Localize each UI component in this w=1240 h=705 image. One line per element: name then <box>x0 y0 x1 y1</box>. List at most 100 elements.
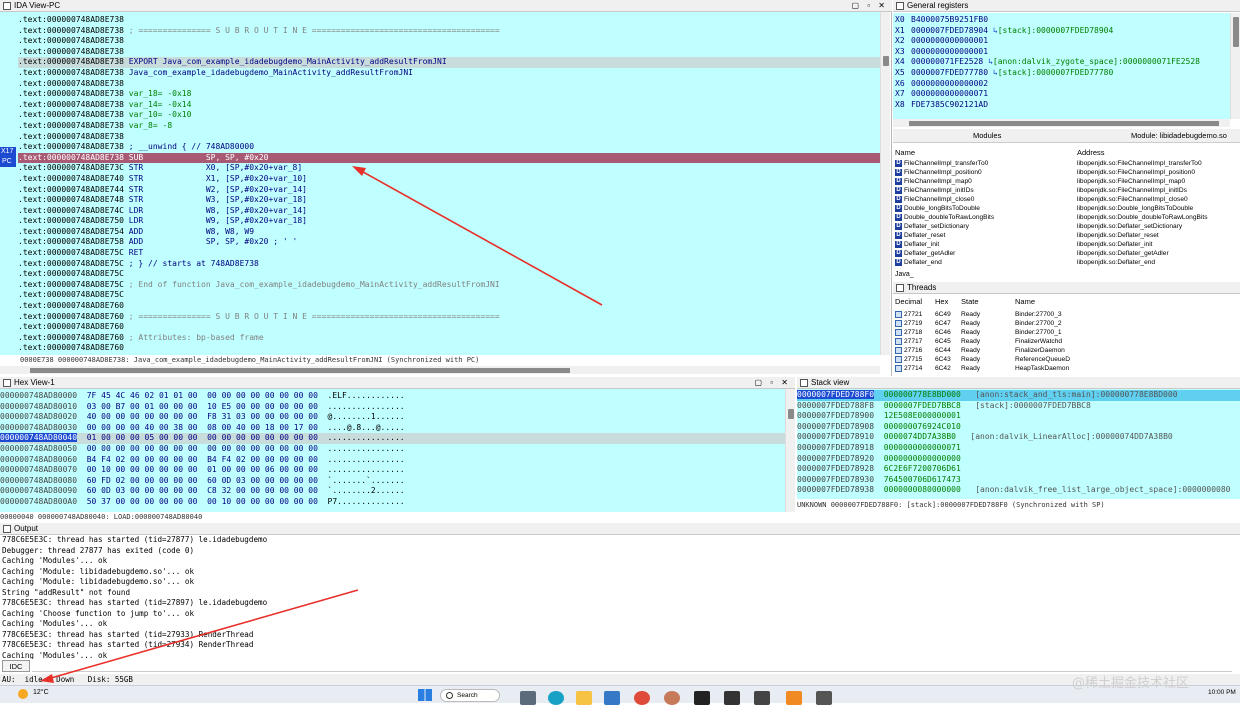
hex-row[interactable]: 000000748AD80010 03 00 B7 00 01 00 00 00… <box>0 402 785 413</box>
tab-modules[interactable]: Modules <box>973 131 1001 140</box>
stack-row[interactable]: 0000007FDED78938 0000000080000000 [anon:… <box>797 485 1240 496</box>
hex-row[interactable]: 000000748AD80030 00 00 00 00 40 00 38 00… <box>0 423 785 434</box>
register-row[interactable]: X8 FDE7385C902121AD <box>893 100 1230 111</box>
disassembly-line[interactable]: .text:000000748AD8E738 var_10= -0x10 <box>18 110 880 121</box>
hex-dump[interactable]: 000000748AD80000 7F 45 4C 46 02 01 01 00… <box>0 389 785 512</box>
stack-row[interactable]: 0000007FDED78928 6C2E6F7200706D61 <box>797 464 1240 475</box>
modules-col-name[interactable]: Name <box>895 148 915 157</box>
module-row[interactable]: D FileChannelImpl_position0 libopenjdk.so:… <box>895 168 1235 177</box>
module-row[interactable]: D FileChannelImpl_transferTo0 libopenjdk.s… <box>895 159 1235 168</box>
hex-row[interactable]: 000000748AD80040 01 00 00 00 05 00 00 00… <box>0 433 785 444</box>
module-row[interactable]: D Deflater_reset libopenjdk.so:Deflater_re… <box>895 231 1235 240</box>
hex-row[interactable]: 000000748AD80060 B4 F4 02 00 00 00 00 00… <box>0 455 785 466</box>
registers-hscrollbar-thumb[interactable] <box>909 121 1219 126</box>
disassembly-line[interactable]: .text:000000748AD8E738 EXPORT Java_com_e… <box>18 57 880 68</box>
disassembly-line[interactable]: .text:000000748AD8E740 STR X1, [SP,#0x20… <box>18 174 880 185</box>
modules-col-address[interactable]: Address <box>1077 147 1105 158</box>
register-value[interactable]: 0000000000000002 <box>911 79 988 88</box>
disassembly-line[interactable]: .text:000000748AD8E760 <box>18 301 880 312</box>
register-row[interactable]: X1 0000007FDED78904 ↳[stack]:0000007FDED7… <box>893 26 1230 37</box>
disassembly-line[interactable]: .text:000000748AD8E75C ; End of function… <box>18 280 880 291</box>
module-row[interactable]: D Deflater_init libopenjdk.so:Deflater_ini… <box>895 240 1235 249</box>
disassembly-line[interactable]: .text:000000748AD8E75C RET <box>18 248 880 259</box>
thread-row[interactable]: 27715 6C43 Ready ReferenceQueueD <box>895 355 1235 364</box>
register-row[interactable]: X6 0000000000000002 <box>893 79 1230 90</box>
threads-col-decimal[interactable]: Decimal <box>895 297 922 306</box>
hex-view-scrollbar-thumb[interactable] <box>788 409 794 419</box>
disassembly-line[interactable]: .text:000000748AD8E75C <box>18 290 880 301</box>
register-value[interactable]: 0000007FDED77780 <box>911 68 988 77</box>
disassembly-line[interactable]: .text:000000748AD8E738 <box>18 79 880 90</box>
ida-view-hscrollbar[interactable] <box>0 366 880 374</box>
ida-view-hscrollbar-thumb[interactable] <box>30 368 570 373</box>
hex-row[interactable]: 000000748AD80090 60 0D 03 00 00 00 00 00… <box>0 486 785 497</box>
thread-row[interactable]: 27719 6C47 Ready Binder:27700_2 <box>895 319 1235 328</box>
register-value[interactable]: 0000000000000001 <box>911 47 988 56</box>
stack-row[interactable]: 0000007FDED78908 000000076924C010 <box>797 422 1240 433</box>
registers-scrollbar[interactable] <box>1230 13 1240 119</box>
ida-view-window-buttons[interactable]: ▢ ▫ ✕ <box>851 0 888 11</box>
disassembly-line[interactable]: .text:000000748AD8E754 ADD W8, W8, W9 <box>18 227 880 238</box>
register-value[interactable]: 0000007FDED78904 <box>911 26 988 35</box>
disassembly-line[interactable]: .text:000000748AD8E73C STR X0, [SP,#0x20… <box>18 163 880 174</box>
stack-row[interactable]: 0000007FDED78930 764500706D617473 <box>797 475 1240 486</box>
disassembly-line[interactable]: .text:000000748AD8E758 ADD SP, SP, #0x20… <box>18 237 880 248</box>
ida-view-scrollbar-thumb[interactable] <box>883 56 889 66</box>
disassembly-line[interactable]: .text:000000748AD8E738 <box>18 15 880 26</box>
disassembly-line[interactable]: .text:000000748AD8E738 SUB SP, SP, #0x20 <box>18 152 880 164</box>
disassembly-line[interactable]: .text:000000748AD8E75C ; } // starts at … <box>18 259 880 270</box>
hex-view-scrollbar[interactable] <box>785 389 795 512</box>
module-row[interactable]: D Double_longBitsToDouble libopenjdk.so:Do… <box>895 204 1235 213</box>
thread-row[interactable]: 27714 6C42 Ready HeapTaskDaemon <box>895 364 1235 373</box>
register-row[interactable]: X5 0000007FDED77780 ↳[stack]:0000007FDED7… <box>893 68 1230 79</box>
register-row[interactable]: X2 0000000000000001 <box>893 36 1230 47</box>
disassembly-line[interactable]: .text:000000748AD8E75C <box>18 269 880 280</box>
modules-filter[interactable]: Java_ <box>895 270 914 280</box>
register-value[interactable]: B4000075B9251FB0 <box>911 15 988 24</box>
disassembly-line[interactable]: .text:000000748AD8E738 <box>18 47 880 58</box>
idc-tab[interactable]: IDC <box>2 660 30 672</box>
thread-row[interactable]: 27721 6C49 Ready Binder:27700_3 <box>895 310 1235 319</box>
hex-row[interactable]: 000000748AD800A0 50 37 00 00 00 00 00 00… <box>0 497 785 508</box>
disassembly-line[interactable]: .text:000000748AD8E738 <box>18 36 880 47</box>
output-log[interactable]: 778C6E5E3C: thread has started (tid=2787… <box>2 535 1232 659</box>
hex-view-window-buttons[interactable]: ▢ ▫ ✕ <box>754 377 791 388</box>
thread-row[interactable]: 27716 6C44 Ready FinalizerDaemon <box>895 346 1235 355</box>
register-row[interactable]: X3 0000000000000001 <box>893 47 1230 58</box>
register-value[interactable]: 000000071FE2528 <box>911 57 983 66</box>
hex-row[interactable]: 000000748AD80050 00 00 00 00 00 00 00 00… <box>0 444 785 455</box>
threads-col-state[interactable]: State <box>961 296 979 307</box>
registers-list[interactable]: X0 B4000075B9251FB0 X1 0000007FDED78904 ↳[s… <box>893 13 1230 119</box>
stack-row[interactable]: 0000007FDED78918 0000000000000071 <box>797 443 1240 454</box>
stack-list[interactable]: 0000007FDED788F0 000000778E8BD000 [anon:… <box>797 389 1240 499</box>
module-row[interactable]: D Deflater_end libopenjdk.so:Deflater_end <box>895 258 1235 267</box>
module-row[interactable]: D FileChannelImpl_map0 libopenjdk.so:FileC… <box>895 177 1235 186</box>
stack-row[interactable]: 0000007FDED78900 12E508E000000001 <box>797 411 1240 422</box>
thread-row[interactable]: 27718 6C46 Ready Binder:27700_1 <box>895 328 1235 337</box>
register-value[interactable]: FDE7385C902121AD <box>911 100 988 109</box>
disassembly-line[interactable]: .text:000000748AD8E748 STR W3, [SP,#0x20… <box>18 195 880 206</box>
stack-row[interactable]: 0000007FDED78910 0000074DD7A38B0 [anon:d… <box>797 432 1240 443</box>
disassembly-line[interactable]: .text:000000748AD8E760 ; Attributes: bp-… <box>18 333 880 344</box>
taskbar-search[interactable]: Search <box>440 689 500 702</box>
clock[interactable]: 10:00 PM <box>1208 689 1236 696</box>
disassembly-line[interactable]: .text:000000748AD8E738 var_18= -0x18 <box>18 89 880 100</box>
threads-col-name[interactable]: Name <box>1015 296 1035 307</box>
hex-row[interactable]: 000000748AD80070 00 10 00 00 00 00 00 00… <box>0 465 785 476</box>
register-value[interactable]: 0000000000000001 <box>911 36 988 45</box>
disassembly-line[interactable]: .text:000000748AD8E738 Java_com_example_… <box>18 68 880 79</box>
disassembly-line[interactable]: .text:000000748AD8E760 <box>18 343 880 354</box>
disassembly-line[interactable]: .text:000000748AD8E750 LDR W9, [SP,#0x20… <box>18 216 880 227</box>
idc-input[interactable] <box>32 660 1232 672</box>
register-row[interactable]: X0 B4000075B9251FB0 <box>893 15 1230 26</box>
module-row[interactable]: D FileChannelImpl_close0 libopenjdk.so:Fil… <box>895 195 1235 204</box>
module-row[interactable]: D Deflater_getAdler libopenjdk.so:Deflater… <box>895 249 1235 258</box>
disassembly-line[interactable]: .text:000000748AD8E738 <box>18 132 880 143</box>
register-row[interactable]: X4 000000071FE2528 ↳[anon:dalvik_zygote_s… <box>893 57 1230 68</box>
registers-hscrollbar[interactable] <box>893 119 1230 127</box>
modules-list[interactable]: D FileChannelImpl_transferTo0 libopenjdk.s… <box>895 159 1235 267</box>
hex-row[interactable]: 000000748AD80000 7F 45 4C 46 02 01 01 00… <box>0 391 785 402</box>
disassembly-line[interactable]: .text:000000748AD8E738 var_14= -0x14 <box>18 100 880 111</box>
hex-row[interactable]: 000000748AD80080 60 FD 02 00 00 00 00 00… <box>0 476 785 487</box>
disassembly-line[interactable]: .text:000000748AD8E760 <box>18 322 880 333</box>
